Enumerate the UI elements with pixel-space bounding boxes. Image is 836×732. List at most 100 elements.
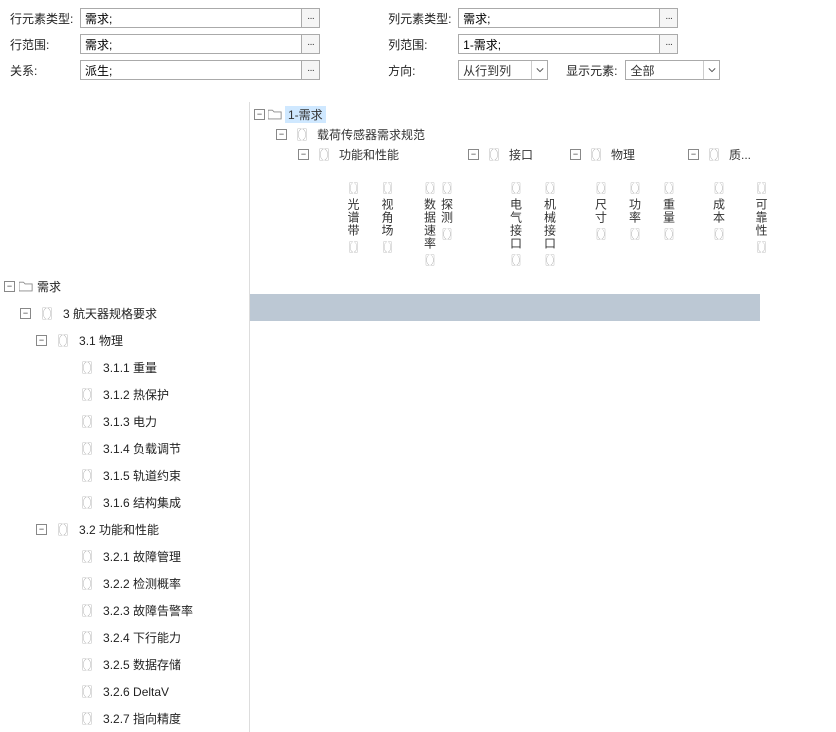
matrix-cell[interactable] — [658, 699, 692, 726]
matrix-cell[interactable] — [590, 699, 624, 726]
matrix-cell[interactable] — [522, 618, 556, 645]
matrix-cell[interactable] — [726, 429, 760, 456]
matrix-cell[interactable] — [454, 483, 488, 510]
matrix-cell[interactable] — [522, 321, 556, 348]
matrix-cell[interactable] — [454, 672, 488, 699]
collapse-toggle[interactable]: − — [20, 308, 31, 319]
matrix-cell[interactable] — [250, 456, 284, 483]
matrix-cell[interactable] — [692, 618, 726, 645]
matrix-cell[interactable] — [454, 645, 488, 672]
row-element-type-input[interactable] — [81, 9, 301, 27]
collapse-toggle[interactable]: − — [468, 149, 479, 160]
matrix-cell[interactable] — [454, 537, 488, 564]
matrix-cell[interactable] — [250, 321, 284, 348]
row-tree-item[interactable]: 〖〗3.2.1 故障管理 — [0, 543, 249, 570]
matrix-cell[interactable] — [658, 294, 692, 321]
matrix-cell[interactable] — [556, 564, 590, 591]
matrix-cell[interactable] — [386, 429, 420, 456]
matrix-cell[interactable] — [284, 456, 318, 483]
matrix-cell[interactable] — [454, 591, 488, 618]
matrix-cell[interactable] — [250, 699, 284, 726]
matrix-cell[interactable] — [726, 294, 760, 321]
matrix-cell[interactable] — [726, 510, 760, 537]
matrix-cell[interactable] — [386, 375, 420, 402]
matrix-cell[interactable] — [624, 483, 658, 510]
matrix-cell[interactable] — [284, 618, 318, 645]
matrix-cell[interactable] — [726, 321, 760, 348]
matrix-cell[interactable] — [556, 429, 590, 456]
matrix-cell[interactable] — [420, 402, 454, 429]
matrix-cell[interactable] — [284, 348, 318, 375]
matrix-cell[interactable] — [318, 564, 352, 591]
matrix-cell[interactable] — [454, 375, 488, 402]
matrix-cell[interactable] — [624, 645, 658, 672]
collapse-toggle[interactable]: − — [298, 149, 309, 160]
matrix-cell[interactable] — [692, 564, 726, 591]
matrix-cell[interactable] — [624, 699, 658, 726]
relation-field[interactable]: ··· — [80, 60, 320, 80]
matrix-cell[interactable] — [352, 348, 386, 375]
matrix-cell[interactable] — [692, 510, 726, 537]
matrix-cell[interactable] — [386, 699, 420, 726]
matrix-cell[interactable] — [454, 402, 488, 429]
row-tree-item[interactable]: 〖〗3.1.3 电力 — [0, 408, 249, 435]
matrix-cell[interactable] — [284, 591, 318, 618]
matrix-cell[interactable] — [522, 645, 556, 672]
col-scope-field[interactable]: ··· — [458, 34, 678, 54]
matrix-cell[interactable] — [284, 699, 318, 726]
matrix-cell[interactable] — [726, 537, 760, 564]
matrix-cell[interactable] — [658, 348, 692, 375]
matrix-cell[interactable] — [624, 321, 658, 348]
matrix-cell[interactable] — [386, 672, 420, 699]
matrix-cell[interactable] — [352, 699, 386, 726]
matrix-cell[interactable] — [522, 672, 556, 699]
matrix-cell[interactable] — [624, 429, 658, 456]
matrix-cell[interactable] — [488, 564, 522, 591]
matrix-cell[interactable] — [692, 456, 726, 483]
collapse-toggle[interactable]: − — [4, 281, 15, 292]
matrix-cell[interactable] — [488, 294, 522, 321]
matrix-cell[interactable] — [318, 591, 352, 618]
matrix-cell[interactable] — [590, 645, 624, 672]
matrix-cell[interactable] — [352, 618, 386, 645]
matrix-cell[interactable] — [318, 456, 352, 483]
matrix-cell[interactable] — [420, 618, 454, 645]
row-tree-item[interactable]: 〖〗3.2.3 故障告警率 — [0, 597, 249, 624]
matrix-cell[interactable] — [386, 294, 420, 321]
matrix-cell[interactable] — [522, 429, 556, 456]
matrix-cell[interactable] — [624, 375, 658, 402]
relation-browse-button[interactable]: ··· — [301, 61, 319, 79]
row-tree-item[interactable]: −〖〗3.1 物理 — [0, 327, 249, 354]
matrix-cell[interactable] — [556, 672, 590, 699]
matrix-cell[interactable] — [250, 618, 284, 645]
matrix-cell[interactable] — [318, 429, 352, 456]
row-tree-item[interactable]: 〖〗3.2.2 检测概率 — [0, 570, 249, 597]
matrix-cell[interactable] — [250, 564, 284, 591]
collapse-toggle[interactable]: − — [570, 149, 581, 160]
chevron-down-icon[interactable] — [531, 61, 547, 79]
matrix-cell[interactable] — [352, 375, 386, 402]
col-leaf-cost[interactable]: 〖〗成本〖〗 — [702, 180, 736, 242]
matrix-cell[interactable] — [420, 645, 454, 672]
matrix-cell[interactable] — [420, 294, 454, 321]
col-tree-group-phys[interactable]: − 〖〗 物理 — [570, 146, 635, 163]
matrix-cell[interactable] — [522, 483, 556, 510]
matrix-cell[interactable] — [386, 618, 420, 645]
matrix-cell[interactable] — [692, 672, 726, 699]
matrix-cell[interactable] — [284, 375, 318, 402]
matrix-cell[interactable] — [420, 483, 454, 510]
display-element-select[interactable]: 全部 — [625, 60, 720, 80]
matrix-cell[interactable] — [726, 402, 760, 429]
matrix-cell[interactable] — [522, 510, 556, 537]
matrix-cell[interactable] — [624, 537, 658, 564]
matrix-cell[interactable] — [318, 402, 352, 429]
collapse-toggle[interactable]: − — [688, 149, 699, 160]
col-tree-root[interactable]: − 1-需求 — [254, 106, 326, 123]
matrix-cell[interactable] — [624, 294, 658, 321]
matrix-cell[interactable] — [488, 645, 522, 672]
collapse-toggle[interactable]: − — [276, 129, 287, 140]
matrix-cell[interactable] — [250, 537, 284, 564]
matrix-cell[interactable] — [692, 402, 726, 429]
matrix-cell[interactable] — [488, 510, 522, 537]
matrix-cell[interactable] — [318, 645, 352, 672]
